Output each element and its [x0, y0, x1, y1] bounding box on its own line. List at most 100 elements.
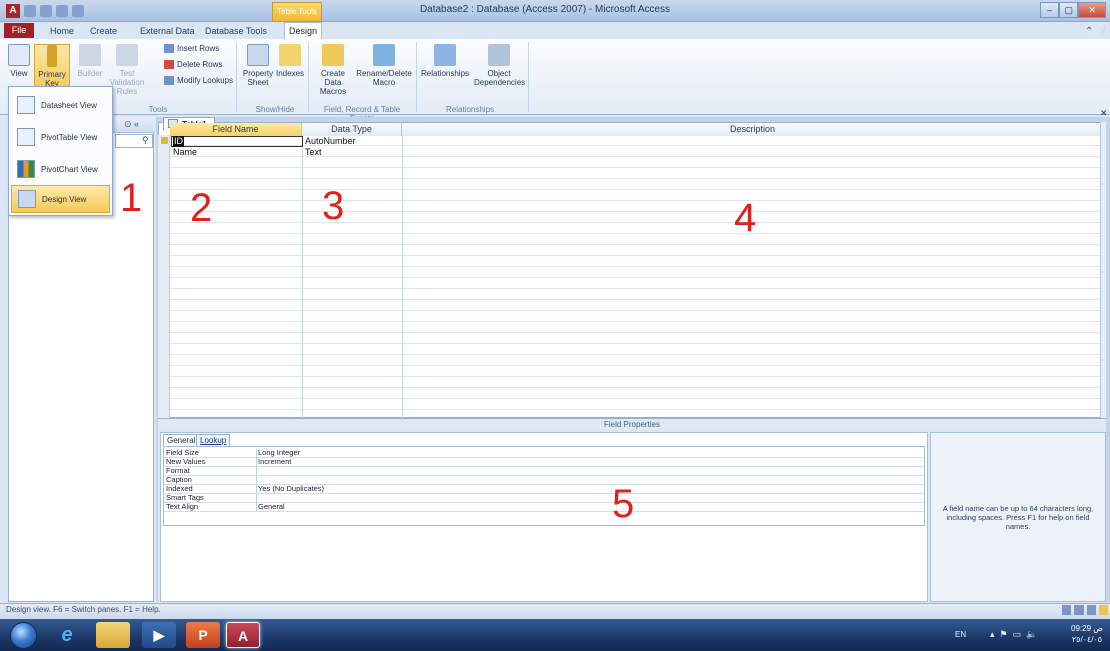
- menu-item-label: Datasheet View: [41, 100, 97, 110]
- tab-home[interactable]: Home: [50, 24, 74, 38]
- relationships-icon: [434, 44, 456, 66]
- group-separator: [528, 42, 529, 112]
- relationships-button[interactable]: Relationships: [420, 44, 470, 78]
- redo-icon[interactable]: [56, 5, 68, 17]
- view-icon: [8, 44, 30, 66]
- annotation-5: 5: [612, 482, 635, 526]
- property-key: Caption: [166, 475, 192, 484]
- primary-key-button[interactable]: Primary Key: [34, 44, 70, 92]
- view-button[interactable]: View: [8, 44, 30, 78]
- media-player-icon[interactable]: ▶: [142, 622, 176, 648]
- help-icon[interactable]: ⌃ ❔: [1085, 26, 1109, 37]
- menu-item-datasheet-view[interactable]: Datasheet View: [11, 91, 110, 119]
- menu-item-pivotchart-view[interactable]: PivotChart View: [11, 155, 110, 183]
- property-row[interactable]: Format: [164, 467, 924, 476]
- pivottable-view-icon[interactable]: [1074, 605, 1084, 615]
- property-row[interactable]: Text Align General: [164, 503, 924, 512]
- close-document-icon[interactable]: ✕: [1100, 108, 1108, 119]
- property-key: New Values: [166, 457, 206, 466]
- property-key: Text Align: [166, 502, 199, 511]
- save-icon[interactable]: [24, 5, 36, 17]
- annotation-4: 4: [734, 196, 757, 240]
- property-row[interactable]: Indexed Yes (No Duplicates): [164, 485, 924, 494]
- language-indicator[interactable]: EN: [955, 630, 966, 639]
- annotation-3: 3: [322, 184, 345, 228]
- property-sheet-button[interactable]: Property Sheet: [240, 44, 276, 87]
- tab-design[interactable]: Design: [284, 22, 322, 40]
- annotation-2: 2: [190, 186, 213, 230]
- view-dropdown-menu: Datasheet View PivotTable View PivotChar…: [8, 86, 113, 216]
- modify-lookups-icon: [164, 76, 174, 85]
- tab-lookup[interactable]: Lookup: [196, 434, 231, 446]
- group-separator: [416, 42, 417, 112]
- view-label: View: [10, 69, 28, 78]
- builder-icon: [79, 44, 101, 66]
- clock[interactable]: 09:29 ص ٢٥/٠٤/٠٥: [1068, 623, 1106, 645]
- powerpoint-icon[interactable]: P: [186, 622, 220, 648]
- windows-explorer-icon[interactable]: [96, 622, 130, 648]
- search-icon[interactable]: ⚲: [142, 135, 149, 146]
- access-app-icon[interactable]: A: [6, 4, 20, 18]
- object-dependencies-button[interactable]: Object Dependencies: [474, 44, 525, 87]
- start-button[interactable]: [10, 622, 37, 649]
- modify-lookups-button[interactable]: Modify Lookups: [164, 76, 233, 85]
- undo-icon[interactable]: [40, 5, 52, 17]
- menu-item-pivottable-view[interactable]: PivotTable View: [11, 123, 110, 151]
- maximize-button[interactable]: ▢: [1059, 2, 1079, 18]
- design-view-icon: [18, 190, 36, 208]
- tab-database-tools[interactable]: Database Tools: [205, 24, 267, 38]
- tab-create[interactable]: Create: [90, 24, 117, 38]
- insert-rows-icon: [164, 44, 174, 53]
- minimize-button[interactable]: –: [1040, 2, 1060, 18]
- pivotchart-view-icon[interactable]: [1086, 605, 1096, 615]
- nav-collapse-icon[interactable]: ⊙ «: [124, 119, 139, 130]
- pivottable-icon: [17, 128, 35, 146]
- customize-qat-icon[interactable]: [72, 5, 84, 17]
- property-sheet-label: Property Sheet: [242, 69, 274, 87]
- clock-time: 09:29 ص: [1071, 624, 1103, 633]
- data-type-cell[interactable]: Text: [305, 147, 322, 158]
- menu-item-design-view[interactable]: Design View: [11, 185, 110, 213]
- property-key: Field Size: [166, 448, 199, 457]
- insert-rows-button[interactable]: Insert Rows: [164, 44, 219, 53]
- close-button[interactable]: ✕: [1078, 2, 1106, 18]
- design-view-status-icon[interactable]: [1098, 605, 1108, 615]
- tab-external-data[interactable]: External Data: [140, 24, 195, 38]
- property-value[interactable]: Yes (No Duplicates): [258, 485, 324, 493]
- primary-key-indicator-icon: [161, 137, 168, 144]
- relationships-group-label: Relationships: [445, 105, 495, 114]
- window-title: Database2 : Database (Access 2007) - Mic…: [419, 4, 671, 15]
- datasheet-view-icon[interactable]: [1062, 605, 1072, 615]
- property-key: Smart Tags: [166, 493, 204, 502]
- create-data-macros-button[interactable]: Create Data Macros: [312, 44, 354, 96]
- indexes-button[interactable]: Indexes: [276, 44, 304, 78]
- builder-label: Builder: [77, 69, 103, 78]
- property-row[interactable]: New Values Increment: [164, 458, 924, 467]
- data-type-cell[interactable]: AutoNumber: [305, 136, 356, 147]
- status-text: Design view. F6 = Switch panes. F1 = Hel…: [6, 605, 161, 614]
- property-value[interactable]: Long Integer: [258, 449, 300, 457]
- menu-item-label: PivotTable View: [41, 132, 98, 142]
- builder-button[interactable]: Builder: [74, 44, 106, 78]
- tab-general[interactable]: General: [163, 434, 200, 446]
- tab-file[interactable]: File: [4, 23, 34, 38]
- data-macro-icon: [322, 44, 344, 66]
- rename-macro-icon: [373, 44, 395, 66]
- delete-rows-button[interactable]: Delete Rows: [164, 60, 222, 69]
- system-tray-icons[interactable]: ▴⚑▭🔈: [990, 629, 1042, 640]
- create-data-macros-label: Create Data Macros: [319, 69, 347, 96]
- row-selector-column[interactable]: [158, 135, 170, 418]
- field-name-cell[interactable]: ID: [173, 136, 184, 147]
- access-taskbar-icon[interactable]: A: [226, 622, 260, 648]
- test-validation-icon: [116, 44, 138, 66]
- window-controls: – ▢ ✕: [1040, 2, 1106, 18]
- property-value[interactable]: General: [258, 503, 285, 511]
- key-icon: [47, 45, 57, 67]
- property-value[interactable]: Increment: [258, 458, 291, 466]
- internet-explorer-icon[interactable]: e: [50, 622, 84, 648]
- vertical-scrollbar[interactable]: [1100, 122, 1106, 418]
- field-name-cell[interactable]: Name: [173, 147, 197, 158]
- grid-row-lines: [170, 135, 1104, 418]
- quick-access-toolbar: [24, 5, 114, 17]
- rename-delete-macro-button[interactable]: Rename/Delete Macro: [356, 44, 412, 87]
